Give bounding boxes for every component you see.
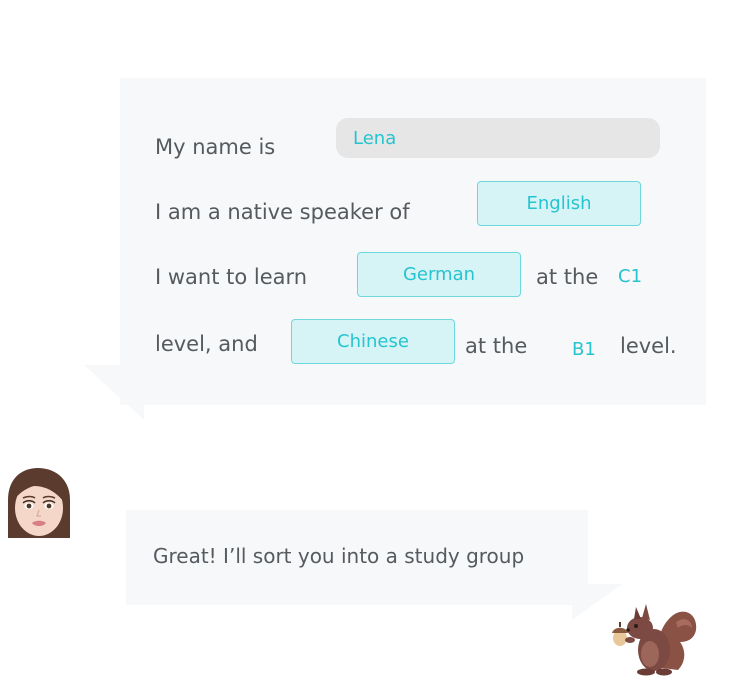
level-1-select[interactable]: C1 <box>618 268 642 286</box>
level-suffix-label: level. <box>620 334 677 358</box>
level-2-select[interactable]: B1 <box>572 341 596 359</box>
learn-language-2-select[interactable]: Chinese <box>291 319 455 364</box>
bot-message-text: Great! I’ll sort you into a study group <box>153 544 525 568</box>
at-the-label-1: at the <box>536 265 599 289</box>
chat-stage: My name is Lena I am a native speaker of… <box>0 0 729 676</box>
squirrel-avatar-icon <box>606 598 698 676</box>
girl-avatar-icon <box>4 466 72 538</box>
learn-language-1-select[interactable]: German <box>357 252 521 297</box>
want-to-learn-label: I want to learn <box>155 265 308 289</box>
name-label: My name is <box>155 135 276 159</box>
level-and-label: level, and <box>155 332 258 356</box>
name-input[interactable]: Lena <box>336 118 660 158</box>
native-language-select[interactable]: English <box>477 181 641 226</box>
native-speaker-label: I am a native speaker of <box>155 200 410 224</box>
at-the-label-2: at the <box>465 334 528 358</box>
